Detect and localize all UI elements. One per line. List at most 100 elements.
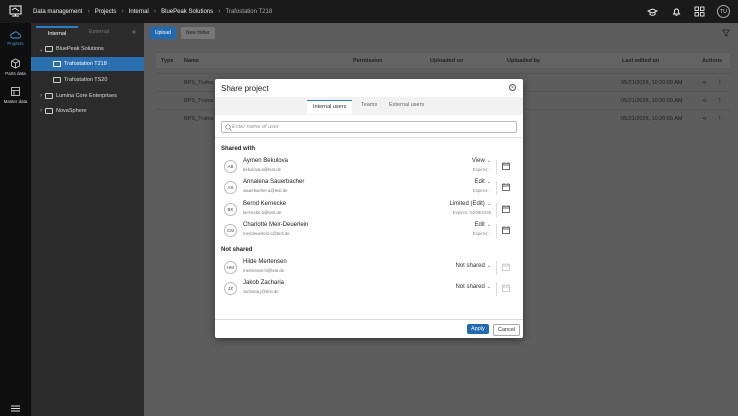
rail-item-projects[interactable]: Projects xyxy=(0,30,31,46)
upload-button[interactable]: Upload xyxy=(150,27,176,39)
calendar-icon[interactable] xyxy=(502,205,510,213)
new-folder-button[interactable]: New folder xyxy=(180,27,215,39)
tab-external[interactable]: External xyxy=(78,26,120,40)
share-icon[interactable]: ⋖ xyxy=(702,116,707,122)
tree-item-bluepeak[interactable]: ⌄ BluePeak Solutions xyxy=(31,42,144,56)
collapse-panel-icon[interactable]: « xyxy=(132,29,136,36)
permission-select[interactable]: Edit ⌄ xyxy=(474,179,491,185)
tab-internal-users[interactable]: Internal users xyxy=(307,100,353,114)
tab-external-users[interactable]: External users xyxy=(383,101,430,112)
tab-teams[interactable]: Teams xyxy=(355,101,383,112)
user-avatar[interactable]: TU xyxy=(717,5,730,18)
cube-icon xyxy=(11,58,20,69)
shared-with-heading: Shared with xyxy=(221,146,256,152)
chevron-down-icon: ⌄ xyxy=(486,263,491,269)
rail-item-parts-data[interactable]: Parts data xyxy=(0,58,31,76)
avatar: AS xyxy=(224,181,237,194)
share-icon[interactable]: ⋖ xyxy=(702,98,707,104)
calendar-icon[interactable] xyxy=(502,183,510,191)
col-name[interactable]: Name xyxy=(184,58,199,64)
user-email: mertensen.h@test.de xyxy=(243,268,285,273)
chevron-right-icon[interactable]: › xyxy=(37,108,45,114)
breadcrumb-item[interactable]: Data management xyxy=(33,9,82,15)
more-icon[interactable]: ⋮ xyxy=(717,80,723,86)
filter-icon[interactable] xyxy=(722,29,730,37)
more-icon[interactable]: ⋮ xyxy=(717,116,723,122)
more-icon[interactable]: ⋮ xyxy=(717,98,723,104)
search-placeholder: Enter name of user xyxy=(232,124,279,130)
user-email: kernecke.b@test.de xyxy=(243,210,282,215)
col-last-edited[interactable]: Last edited on xyxy=(622,58,659,64)
breadcrumb-item[interactable]: Projects xyxy=(95,9,117,15)
tree-item-t218[interactable]: Trafostation T218 xyxy=(31,57,144,71)
top-bar: Data management › Projects › Internal › Blu… xyxy=(0,0,738,23)
project-tree-panel: Internal External « ⌄ BluePeak Solutions … xyxy=(31,23,144,416)
folder-icon xyxy=(53,77,61,83)
permission-select[interactable]: Limited (Edit) ⌄ xyxy=(449,201,491,207)
tree-item-label: BluePeak Solutions xyxy=(56,46,104,52)
expires-text: Expires: - xyxy=(472,167,491,172)
cell-edited: 05/21/2026, 10:20:00 AM xyxy=(621,115,683,122)
tree-item-lumina[interactable]: › Lumina Core Enterprises xyxy=(31,89,144,103)
bell-icon[interactable] xyxy=(671,6,682,17)
menu-icon[interactable] xyxy=(11,405,20,412)
breadcrumb-item[interactable]: BluePeak Solutions xyxy=(161,9,213,15)
dialog-tabs: Internal users Teams External users xyxy=(215,97,523,115)
tab-internal[interactable]: Internal xyxy=(36,26,78,40)
permission-value: Not shared xyxy=(455,284,485,290)
divider xyxy=(215,137,523,138)
tree-item-novasphere[interactable]: › NovaSphere xyxy=(31,104,144,118)
shared-user-row: BK Bernd Kernecke kernecke.b@test.de Lim… xyxy=(221,200,517,220)
expires-text: Expires: - xyxy=(472,188,491,193)
app-logo-icon[interactable] xyxy=(9,5,22,18)
breadcrumb: Data management › Projects › Internal › Blu… xyxy=(33,8,273,15)
apps-grid-icon[interactable] xyxy=(694,6,705,17)
col-uploaded-by[interactable]: Uploaded by xyxy=(507,58,540,64)
permission-select[interactable]: Not shared ⌄ xyxy=(455,284,491,290)
rail-label: Parts data xyxy=(5,71,26,76)
tree-item-label: NovaSphere xyxy=(56,108,87,114)
search-icon xyxy=(225,124,232,131)
permission-select[interactable]: Edit ⌄ xyxy=(474,222,491,228)
col-uploaded-on[interactable]: Uploaded on xyxy=(430,58,463,64)
close-icon[interactable]: × xyxy=(509,84,516,91)
not-shared-user-row: JZ Jakob Zacharia zacharia.j@test.de Not… xyxy=(221,279,517,299)
calendar-icon[interactable] xyxy=(502,226,510,234)
avatar: AB xyxy=(224,160,237,173)
chevron-right-icon[interactable]: › xyxy=(37,93,45,99)
avatar: CM xyxy=(224,224,237,237)
rail-label: Master data xyxy=(3,99,28,104)
chevron-down-icon: ⌄ xyxy=(486,222,491,228)
cell-edited: 05/21/2026, 10:20:00 AM xyxy=(621,79,683,86)
user-email: sauerbacher.a@test.de xyxy=(243,188,288,193)
dialog-title: Share project xyxy=(221,84,269,93)
apply-button[interactable]: Apply xyxy=(467,324,489,334)
rail-item-master-data[interactable]: Master data xyxy=(0,86,31,104)
side-rail: Projects Parts data Master data xyxy=(0,23,31,416)
user-name: Charlotte Meir-Deuerlein xyxy=(243,222,309,228)
hat-icon[interactable] xyxy=(647,6,658,17)
folder-icon xyxy=(45,93,53,99)
user-email: meirdeuerlein.c@test.de xyxy=(243,231,290,236)
user-name: Bernd Kernecke xyxy=(243,201,287,207)
calendar-icon[interactable] xyxy=(502,162,510,170)
share-icon[interactable]: ⋖ xyxy=(702,80,707,86)
cell-name[interactable]: BPS_Trafos xyxy=(184,98,213,104)
chevron-down-icon[interactable]: ⌄ xyxy=(37,46,45,53)
expires-text: Expires: - xyxy=(472,231,491,236)
cell-name[interactable]: BPS_Trafos xyxy=(184,116,213,122)
permission-select[interactable]: Not shared ⌄ xyxy=(455,263,491,269)
cell-name[interactable]: BPS_Trafos xyxy=(184,80,213,86)
permission-value: Not shared xyxy=(455,263,485,269)
col-permission[interactable]: Permission xyxy=(353,58,383,64)
tree-item-ts20[interactable]: Trafostation TS20 xyxy=(31,73,144,87)
permission-select[interactable]: View ⌄ xyxy=(472,158,491,164)
tree-item-label: Trafostation T218 xyxy=(64,61,107,67)
user-search-input[interactable]: Enter name of user xyxy=(221,121,517,133)
not-shared-user-row: HM Hilde Mertensen mertensen.h@test.de N… xyxy=(221,258,517,278)
table-header: Type Name Permission Uploaded on Uploade… xyxy=(156,53,730,68)
user-name: Annalena Sauerbacher xyxy=(243,179,305,185)
cancel-button[interactable]: Cancel xyxy=(493,324,521,336)
breadcrumb-item[interactable]: Internal xyxy=(129,9,149,15)
col-actions: Actions xyxy=(702,57,723,64)
